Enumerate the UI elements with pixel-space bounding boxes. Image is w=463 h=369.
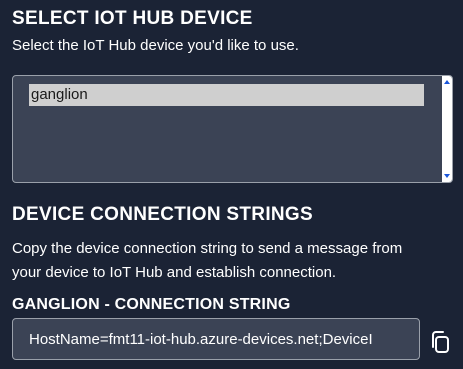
connection-strings-description-line2: your device to IoT Hub and establish con… [12, 264, 337, 281]
copy-button[interactable] [428, 330, 452, 354]
connection-strings-title: DEVICE CONNECTION STRINGS [12, 204, 313, 225]
connection-string-label: GANGLION - CONNECTION STRING [12, 296, 291, 313]
select-device-description: Select the IoT Hub device you'd like to … [12, 37, 299, 54]
connection-strings-description-line1: Copy the device connection string to sen… [12, 240, 403, 257]
listbox-scrollbar[interactable] [442, 76, 452, 182]
scroll-up-arrow-icon[interactable] [444, 80, 450, 84]
device-option-ganglion[interactable]: ganglion [29, 84, 424, 106]
scroll-down-arrow-icon[interactable] [444, 174, 450, 178]
connection-string-field[interactable] [12, 318, 420, 360]
copy-icon [432, 331, 449, 353]
select-device-title: SELECT IOT HUB DEVICE [12, 8, 253, 29]
device-listbox[interactable]: ganglion [12, 75, 453, 183]
